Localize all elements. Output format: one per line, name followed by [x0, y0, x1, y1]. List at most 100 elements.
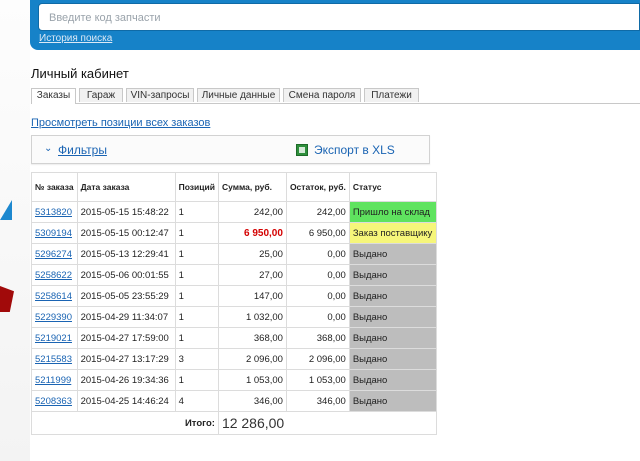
- status-badge: Выдано: [348, 390, 437, 412]
- order-rest: 0,00: [285, 306, 350, 328]
- table-row: 5258614 2015-05-05 23:55:29 1 147,00 0,0…: [31, 285, 437, 307]
- order-date: 2015-05-13 12:29:41: [76, 243, 176, 265]
- order-date: 2015-04-26 19:34:36: [76, 369, 176, 391]
- orders-table-body: 5313820 2015-05-15 15:48:22 1 242,00 242…: [31, 201, 437, 435]
- table-row: 5219021 2015-04-27 17:59:00 1 368,00 368…: [31, 327, 437, 349]
- order-date: 2015-05-06 00:01:55: [76, 264, 176, 286]
- order-date: 2015-05-15 00:12:47: [76, 222, 176, 244]
- order-positions: 1: [174, 222, 219, 244]
- status-badge: Выдано: [348, 264, 437, 286]
- order-sum: 25,00: [217, 243, 287, 265]
- table-row: 5229390 2015-04-29 11:34:07 1 1 032,00 0…: [31, 306, 437, 328]
- order-number-link[interactable]: 5313820: [35, 207, 72, 218]
- order-rest: 0,00: [285, 285, 350, 307]
- tab-personal-data[interactable]: Личные данные: [197, 88, 280, 102]
- order-number-link[interactable]: 5211999: [35, 375, 71, 386]
- order-date: 2015-05-05 23:55:29: [76, 285, 176, 307]
- table-row: 5309194 2015-05-15 00:12:47 1 6 950,00 6…: [31, 222, 437, 244]
- table-total-row: Итого: 12 286,00: [31, 411, 437, 435]
- status-badge: Выдано: [348, 327, 437, 349]
- order-positions: 4: [174, 390, 219, 412]
- status-badge: Заказ поставщику: [348, 222, 437, 244]
- order-date: 2015-04-29 11:34:07: [76, 306, 176, 328]
- order-rest: 2 096,00: [285, 348, 350, 370]
- table-row: 5258622 2015-05-06 00:01:55 1 27,00 0,00…: [31, 264, 437, 286]
- view-all-orders-link[interactable]: Просмотреть позиции всех заказов: [31, 117, 210, 129]
- order-number-link[interactable]: 5258614: [35, 291, 72, 302]
- order-positions: 1: [174, 327, 219, 349]
- order-sum: 1 032,00: [217, 306, 287, 328]
- status-badge: Выдано: [348, 243, 437, 265]
- order-sum: 368,00: [217, 327, 287, 349]
- order-number-link[interactable]: 5296274: [35, 249, 72, 260]
- search-box: [38, 3, 640, 32]
- order-positions: 1: [174, 201, 219, 223]
- left-side-panel: [0, 0, 30, 461]
- column-header-order-number[interactable]: № заказа: [31, 172, 78, 202]
- account-tabs: Заказы Гараж VIN-запросы Личные данные С…: [31, 88, 640, 104]
- tab-change-password[interactable]: Смена пароля: [283, 88, 361, 102]
- order-positions: 3: [174, 348, 219, 370]
- search-input[interactable]: [47, 4, 631, 32]
- order-positions: 1: [174, 306, 219, 328]
- tab-orders[interactable]: Заказы: [31, 88, 76, 104]
- orders-table: № заказа Дата заказа Позиций Сумма, руб.…: [31, 172, 437, 435]
- order-sum: 346,00: [217, 390, 287, 412]
- table-row: 5313820 2015-05-15 15:48:22 1 242,00 242…: [31, 201, 437, 223]
- order-date: 2015-04-25 14:46:24: [76, 390, 176, 412]
- decorative-blue-shape: [0, 200, 12, 220]
- table-header-row: № заказа Дата заказа Позиций Сумма, руб.…: [31, 172, 437, 202]
- order-date: 2015-05-15 15:48:22: [76, 201, 176, 223]
- page-title: Личный кабинет: [31, 66, 129, 81]
- filter-panel: ⌄ Фильтры Экспорт в XLS: [31, 135, 430, 164]
- order-rest: 242,00: [285, 201, 350, 223]
- column-header-positions[interactable]: Позиций: [174, 172, 219, 202]
- order-number-link[interactable]: 5258622: [35, 270, 72, 281]
- table-row: 5215583 2015-04-27 13:17:29 3 2 096,00 2…: [31, 348, 437, 370]
- total-value: 12 286,00: [217, 411, 437, 435]
- column-header-sum[interactable]: Сумма, руб.: [217, 172, 287, 202]
- order-date: 2015-04-27 17:59:00: [76, 327, 176, 349]
- order-positions: 1: [174, 264, 219, 286]
- order-number-link[interactable]: 5219021: [35, 333, 72, 344]
- status-badge: Выдано: [348, 348, 437, 370]
- column-header-status[interactable]: Статус: [348, 172, 437, 202]
- order-positions: 1: [174, 369, 219, 391]
- column-header-order-date[interactable]: Дата заказа: [76, 172, 176, 202]
- order-number-link[interactable]: 5208363: [35, 396, 72, 407]
- order-rest: 6 950,00: [285, 222, 350, 244]
- order-rest: 0,00: [285, 243, 350, 265]
- order-number-link[interactable]: 5309194: [35, 228, 72, 239]
- status-badge: Выдано: [348, 369, 437, 391]
- order-sum: 147,00: [217, 285, 287, 307]
- order-rest: 1 053,00: [285, 369, 350, 391]
- table-row: 5211999 2015-04-26 19:34:36 1 1 053,00 1…: [31, 369, 437, 391]
- tab-vin-requests[interactable]: VIN-запросы: [126, 88, 194, 102]
- export-xls-link[interactable]: Экспорт в XLS: [314, 143, 395, 157]
- order-number-link[interactable]: 5229390: [35, 312, 72, 323]
- order-rest: 368,00: [285, 327, 350, 349]
- order-sum: 27,00: [217, 264, 287, 286]
- search-history-link[interactable]: История поиска: [39, 33, 112, 44]
- tab-payments[interactable]: Платежи: [364, 88, 419, 102]
- order-rest: 0,00: [285, 264, 350, 286]
- table-row: 5208363 2015-04-25 14:46:24 4 346,00 346…: [31, 390, 437, 412]
- chevron-down-icon[interactable]: ⌄: [44, 143, 52, 154]
- tab-garage[interactable]: Гараж: [79, 88, 123, 102]
- table-row: 5296274 2015-05-13 12:29:41 1 25,00 0,00…: [31, 243, 437, 265]
- order-sum: 2 096,00: [217, 348, 287, 370]
- excel-icon[interactable]: [296, 144, 308, 156]
- status-badge: Пришло на склад: [348, 201, 437, 223]
- total-label: Итого:: [31, 411, 219, 435]
- order-date: 2015-04-27 13:17:29: [76, 348, 176, 370]
- status-badge: Выдано: [348, 306, 437, 328]
- order-rest: 346,00: [285, 390, 350, 412]
- order-positions: 1: [174, 285, 219, 307]
- order-number-link[interactable]: 5215583: [35, 354, 72, 365]
- order-sum: 242,00: [217, 201, 287, 223]
- order-sum: 1 053,00: [217, 369, 287, 391]
- filters-toggle-link[interactable]: Фильтры: [58, 143, 107, 157]
- status-badge: Выдано: [348, 285, 437, 307]
- column-header-rest[interactable]: Остаток, руб.: [285, 172, 350, 202]
- order-sum: 6 950,00: [217, 222, 287, 244]
